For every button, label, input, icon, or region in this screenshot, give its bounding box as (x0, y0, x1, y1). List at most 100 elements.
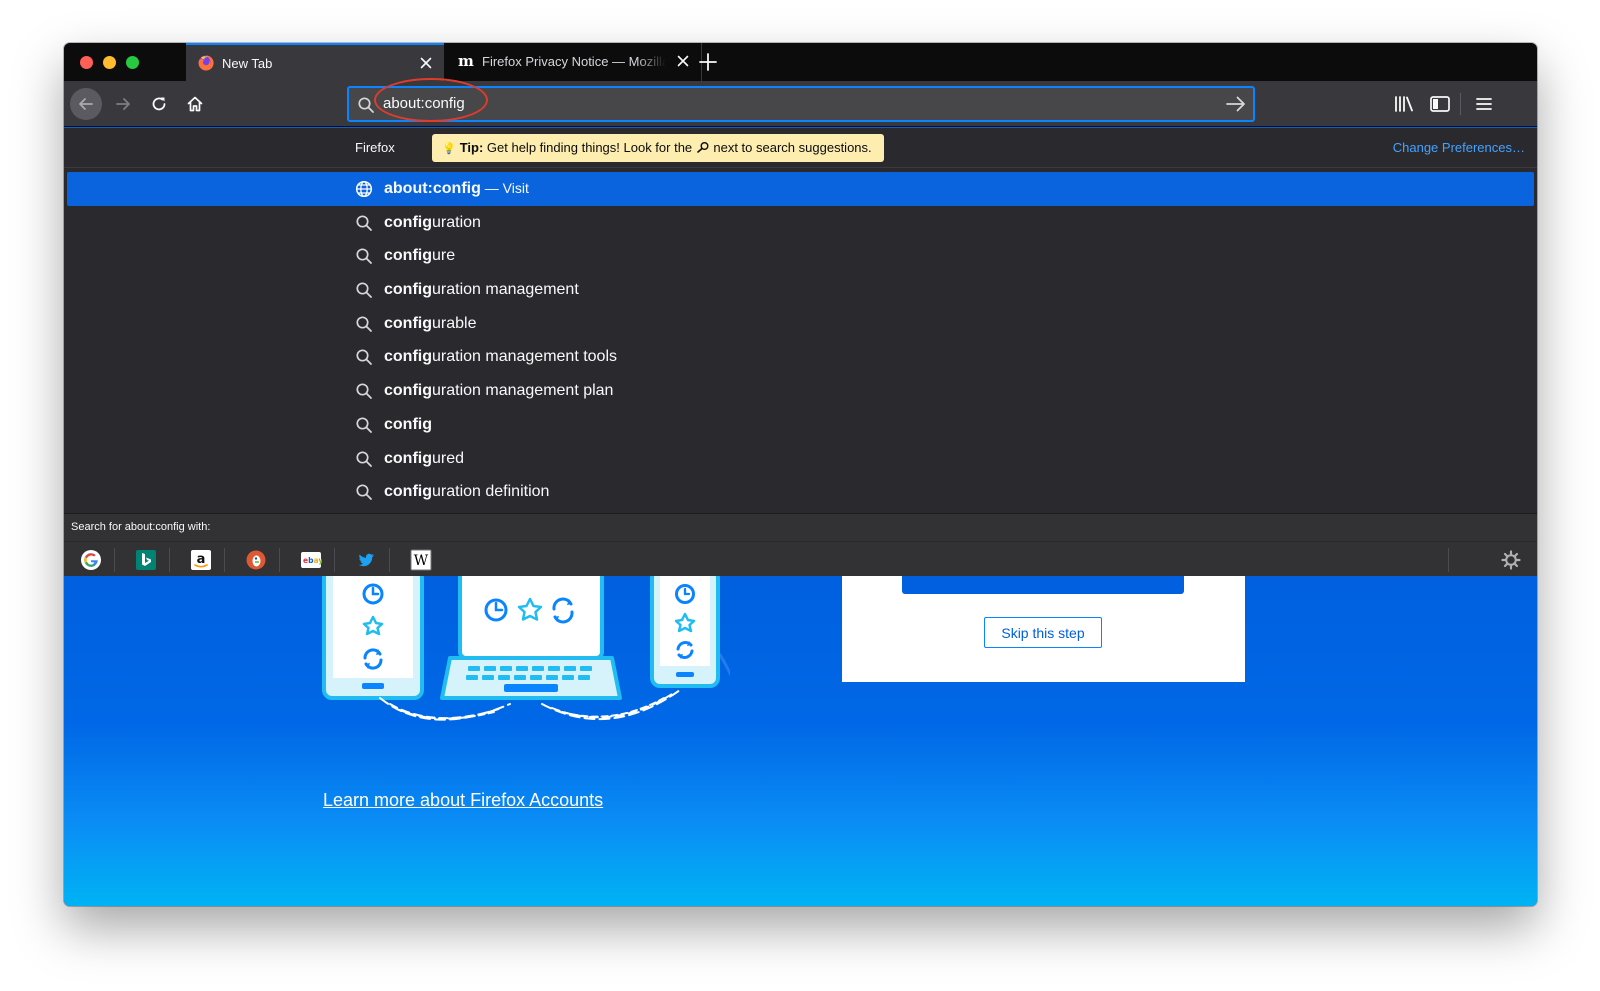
annotation-highlight-circle (374, 78, 488, 122)
minimize-window-button[interactable] (103, 56, 116, 69)
svg-text:ebay: ebay (303, 556, 322, 565)
twitter-icon[interactable] (355, 549, 377, 571)
arrow-right-icon (116, 98, 130, 110)
tab-firefox-privacy-notice[interactable]: m Firefox Privacy Notice — Mozilla (446, 43, 702, 81)
tip-text-before: Get help finding things! Look for the (483, 140, 696, 155)
url-input[interactable] (383, 88, 1203, 120)
close-window-button[interactable] (80, 56, 93, 69)
search-icon (355, 382, 373, 400)
magnifier-icon (696, 135, 710, 153)
suggestion-row[interactable]: configure (64, 239, 1537, 273)
skip-this-step-button[interactable]: Skip this step (984, 617, 1102, 648)
toolbar-separator (1460, 93, 1461, 115)
suggestion-action: — Visit (480, 180, 529, 196)
suggestion-row[interactable]: configuration management (64, 273, 1537, 307)
suggestion-row[interactable]: config (64, 408, 1537, 442)
continue-button[interactable] (902, 576, 1184, 594)
suggestion-text: configuration management (384, 281, 579, 299)
suggestion-row[interactable]: configuration definition (64, 475, 1537, 509)
tab-strip: New Tab m Firefox Privacy Notice — Mozil… (64, 43, 1537, 81)
new-tab-button[interactable] (698, 52, 718, 72)
suggestion-text: configuration management plan (384, 382, 613, 400)
zoom-window-button[interactable] (126, 56, 139, 69)
change-preferences-link[interactable]: Change Preferences… (1393, 140, 1525, 155)
tab-new-tab[interactable]: New Tab (186, 43, 444, 81)
search-icon (355, 281, 373, 299)
suggestion-text: configure (384, 247, 455, 265)
search-icon (355, 247, 373, 265)
bing-icon[interactable] (135, 549, 157, 571)
gear-icon[interactable] (1500, 549, 1522, 571)
search-icon (355, 315, 373, 333)
suggestion-text: configuration (384, 214, 481, 232)
navigation-toolbar (64, 81, 1537, 127)
sidebar-icon (1430, 96, 1450, 112)
page-content: Skip this step Learn more about Firefox … (64, 576, 1537, 906)
reload-button[interactable] (143, 88, 175, 120)
search-tip: 💡 Tip: Get help finding things! Look for … (432, 134, 884, 162)
home-button[interactable] (179, 88, 211, 120)
google-icon[interactable] (80, 549, 102, 571)
suggestion-row[interactable]: configuration (64, 206, 1537, 240)
suggestion-bold-part: config (384, 348, 432, 366)
engine-separator (169, 548, 170, 572)
suggestion-text: configuration definition (384, 483, 549, 501)
suggestion-row[interactable]: configuration management plan (64, 374, 1537, 408)
open-menu-button[interactable] (1472, 93, 1496, 115)
go-arrow-icon[interactable] (1225, 94, 1247, 114)
reload-icon (152, 97, 166, 111)
urlbar-dropdown: Firefox 💡 Tip: Get help finding things! L… (64, 128, 1537, 576)
forward-button[interactable] (107, 88, 139, 120)
engine-separator (224, 548, 225, 572)
suggestion-rest: uration management (432, 281, 579, 299)
back-button[interactable] (70, 88, 102, 120)
browser-window: New Tab m Firefox Privacy Notice — Mozil… (64, 43, 1537, 906)
suggestion-bold-part: config (384, 449, 432, 467)
sign-in-card: Skip this step (842, 576, 1245, 682)
suggestion-row[interactable]: configurable (64, 307, 1537, 341)
suggestion-rest: uration (432, 213, 481, 231)
suggestion-visit-about-config[interactable]: about:config — Visit (67, 172, 1534, 206)
suggestion-bold-part: config (384, 415, 432, 433)
one-off-search-engines: a ebay W (64, 541, 1537, 576)
close-tab-icon[interactable] (675, 53, 691, 69)
suggestion-list: about:config — Visit configuration confi… (64, 172, 1537, 509)
engine-separator (114, 548, 115, 572)
engine-separator (1448, 548, 1449, 572)
wikipedia-icon[interactable]: W (410, 549, 432, 571)
suggestion-bold-part: config (384, 281, 432, 299)
search-icon (355, 450, 373, 468)
amazon-icon[interactable]: a (190, 549, 212, 571)
library-button[interactable] (1392, 93, 1416, 115)
suggestion-rest: uration definition (432, 483, 550, 501)
close-tab-icon[interactable] (418, 55, 434, 71)
ebay-icon[interactable]: ebay (300, 549, 323, 571)
search-icon (355, 348, 373, 366)
lightbulb-icon: 💡 (442, 143, 456, 155)
default-engine-label: Firefox (355, 140, 395, 155)
firefox-logo-icon (198, 55, 214, 71)
suggestion-bold-part: config (384, 213, 432, 231)
tip-strong: Tip: (459, 140, 484, 155)
tab-title: New Tab (222, 56, 273, 71)
sidebar-toggle-button[interactable] (1428, 93, 1452, 115)
suggestion-row[interactable]: configuration management tools (64, 340, 1537, 374)
suggestion-rest: uration management plan (432, 382, 614, 400)
engine-separator (279, 548, 280, 572)
suggestion-text: configuration management tools (384, 348, 617, 366)
svg-text:W: W (414, 553, 429, 569)
engine-separator (389, 548, 390, 572)
suggestion-rest: uration management tools (432, 348, 617, 366)
duckduckgo-icon[interactable] (245, 549, 267, 571)
search-icon (355, 416, 373, 434)
arrow-left-icon (79, 98, 93, 110)
tip-text-after: next to search suggestions. (709, 140, 872, 155)
suggestion-bold-part: config (384, 483, 432, 501)
search-icon (355, 214, 373, 232)
suggestion-bold-part: config (384, 314, 432, 332)
library-icon (1395, 96, 1413, 112)
home-icon (187, 96, 203, 112)
learn-more-firefox-accounts-link[interactable]: Learn more about Firefox Accounts (323, 790, 603, 811)
suggestion-rest: urable (432, 314, 477, 332)
suggestion-row[interactable]: configured (64, 442, 1537, 476)
